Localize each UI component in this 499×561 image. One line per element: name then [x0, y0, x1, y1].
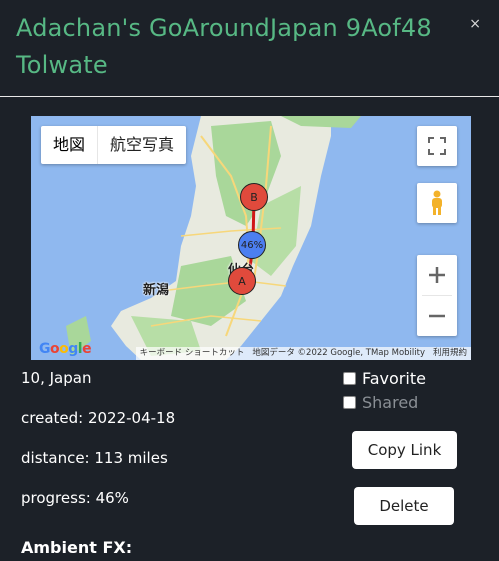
zoom-out-button[interactable]: [417, 296, 457, 336]
plus-icon: [429, 267, 445, 283]
favorite-checkbox-row[interactable]: Favorite: [343, 369, 426, 388]
location-text: 10, Japan: [21, 369, 92, 387]
pegman-icon: [432, 190, 442, 215]
shared-checkbox-row[interactable]: Shared: [343, 393, 418, 412]
shared-checkbox[interactable]: [343, 396, 356, 409]
divider: [0, 96, 499, 97]
terms-link[interactable]: 利用規約: [433, 347, 467, 360]
copy-link-button[interactable]: Copy Link: [352, 431, 457, 469]
city-label-niigata: 新潟: [143, 283, 170, 298]
marker-start-label: A: [238, 274, 246, 288]
favorite-checkbox[interactable]: [343, 372, 356, 385]
shared-label: Shared: [362, 393, 419, 412]
distance-text: distance: 113 miles: [21, 449, 168, 467]
created-text: created: 2022-04-18: [21, 409, 176, 427]
map-type-control: 地図 航空写真: [41, 126, 187, 164]
close-button[interactable]: ×: [469, 16, 481, 32]
map-type-map-button[interactable]: 地図: [41, 126, 97, 164]
fullscreen-icon: [428, 137, 446, 155]
google-logo: Google: [39, 341, 92, 357]
marker-progress[interactable]: 46%: [238, 231, 266, 259]
panel-title: Adachan's GoAroundJapan 9Aof48 Tolwate: [16, 14, 432, 79]
close-icon: ×: [469, 16, 481, 32]
marker-end[interactable]: B: [240, 183, 268, 211]
map[interactable]: 地図 航空写真 新潟 仙台 B 46: [31, 116, 471, 360]
fullscreen-button[interactable]: [417, 126, 457, 166]
zoom-in-button[interactable]: [417, 255, 457, 295]
progress-text: progress: 46%: [21, 489, 129, 507]
ambient-fx-label: Ambient FX:: [21, 538, 133, 557]
zoom-control: [417, 255, 457, 336]
minus-icon: [429, 314, 445, 318]
marker-progress-label: 46%: [240, 239, 264, 251]
street-view-button[interactable]: [417, 183, 457, 223]
favorite-label: Favorite: [362, 369, 426, 388]
marker-end-label: B: [250, 190, 258, 204]
marker-start[interactable]: A: [228, 267, 256, 295]
delete-button[interactable]: Delete: [354, 487, 454, 525]
map-data-credit: 地図データ ©2022 Google, TMap Mobility: [252, 348, 425, 358]
map-attribution: キーボード ショートカット 地図データ ©2022 Google, TMap M…: [135, 347, 471, 360]
keyboard-shortcuts-link[interactable]: キーボード ショートカット: [140, 347, 245, 360]
map-type-satellite-button[interactable]: 航空写真: [98, 126, 186, 164]
